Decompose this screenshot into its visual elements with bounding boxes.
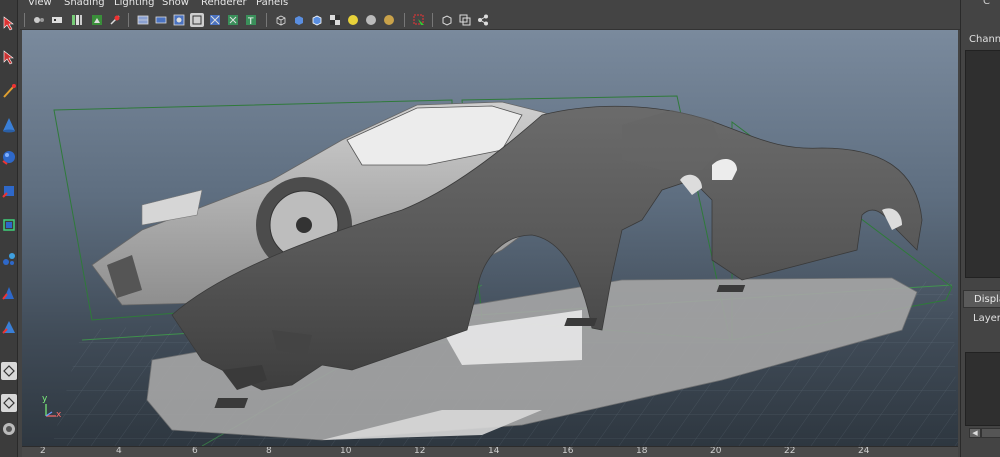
- shadows-icon[interactable]: [364, 13, 378, 27]
- toolbox: [0, 0, 18, 457]
- toolbar-separator: [432, 13, 433, 27]
- menu-renderer[interactable]: Renderer: [201, 0, 247, 8]
- timeline-tick: 4: [116, 446, 122, 456]
- move-tool-icon[interactable]: [1, 182, 17, 200]
- select-tool-icon[interactable]: [1, 14, 17, 32]
- channel-box-body[interactable]: [965, 50, 1000, 278]
- layout-four-icon[interactable]: [1, 394, 17, 412]
- channel-box-tab[interactable]: Channel: [969, 34, 1000, 45]
- bookmark-icon[interactable]: [70, 13, 84, 27]
- gate-mask-icon[interactable]: [190, 13, 204, 27]
- timeline-tick: 2: [40, 446, 46, 456]
- toolbar-separator: [266, 13, 267, 27]
- timeline-tick: 10: [340, 446, 352, 456]
- ambient-occlusion-icon[interactable]: [382, 13, 396, 27]
- time-slider[interactable]: 2 4 6 8 10 12 14 16 18 20 22 24: [22, 446, 958, 457]
- share-connections-icon[interactable]: [476, 13, 490, 27]
- timeline-tick: 6: [192, 446, 198, 456]
- view-axis-indicator: y x: [42, 394, 66, 420]
- timeline-tick: 22: [784, 446, 796, 456]
- timeline-tick: 24: [858, 446, 870, 456]
- grid-toggle-icon[interactable]: [136, 13, 150, 27]
- layout-outliner-icon[interactable]: [1, 420, 17, 438]
- rotate-tool-icon[interactable]: [1, 216, 17, 234]
- menu-view[interactable]: View: [28, 0, 52, 8]
- xray-icon[interactable]: [412, 13, 426, 27]
- panel-header-letter: C: [983, 0, 990, 7]
- textured-icon[interactable]: [328, 13, 342, 27]
- smooth-shade-icon[interactable]: [292, 13, 306, 27]
- timeline-tick: 14: [488, 446, 500, 456]
- layers-menu[interactable]: Layers: [973, 313, 1000, 324]
- svg-text:T: T: [247, 17, 254, 26]
- wireframe-icon[interactable]: [274, 13, 288, 27]
- timeline-tick: 12: [414, 446, 426, 456]
- scale-tool-icon[interactable]: [1, 250, 17, 268]
- camera-select-icon[interactable]: [32, 13, 46, 27]
- wireframe-on-shaded-icon[interactable]: [310, 13, 324, 27]
- sphere-tool-icon[interactable]: [1, 148, 17, 166]
- scroll-left-arrow-icon[interactable]: ◀: [969, 428, 981, 438]
- display-layers-tab[interactable]: Displa: [963, 290, 1000, 308]
- toolbar-separator: [24, 13, 25, 27]
- perspective-viewport[interactable]: y x: [22, 30, 958, 446]
- toolbar-separator: [128, 13, 129, 27]
- panel-menubar: View Shading Lighting Show Renderer Pane…: [20, 0, 960, 10]
- panel-toolbar: T: [20, 10, 960, 30]
- menu-shading[interactable]: Shading: [64, 0, 105, 8]
- horizontal-scrollbar[interactable]: [981, 428, 1000, 438]
- safe-action-icon[interactable]: [226, 13, 240, 27]
- cone-tool-icon[interactable]: [1, 116, 17, 134]
- timeline-tick: 18: [636, 446, 648, 456]
- timeline-tick: 20: [710, 446, 722, 456]
- soft-mod-tool-icon[interactable]: [1, 318, 17, 336]
- menu-show[interactable]: Show: [162, 0, 189, 8]
- safe-title-icon[interactable]: T: [244, 13, 258, 27]
- film-gate-icon[interactable]: [154, 13, 168, 27]
- field-chart-icon[interactable]: [208, 13, 222, 27]
- timeline-tick: 16: [562, 446, 574, 456]
- display-tab-label: Displa: [974, 294, 1000, 305]
- lasso-tool-icon[interactable]: [1, 48, 17, 66]
- image-plane-icon[interactable]: [90, 13, 104, 27]
- layer-list[interactable]: [965, 352, 1000, 426]
- xray-joints-icon[interactable]: [458, 13, 472, 27]
- menu-panels[interactable]: Panels: [256, 0, 288, 8]
- paint-select-tool-icon[interactable]: [1, 82, 17, 100]
- menu-lighting[interactable]: Lighting: [114, 0, 154, 8]
- use-all-lights-icon[interactable]: [346, 13, 360, 27]
- viewport-scene[interactable]: [22, 30, 958, 446]
- camera-attributes-icon[interactable]: [50, 13, 64, 27]
- isolate-select-icon[interactable]: [440, 13, 454, 27]
- toolbar-separator: [404, 13, 405, 27]
- channel-box-panel: C Channel Displa Layers ◀: [960, 0, 1000, 457]
- layout-single-icon[interactable]: [1, 362, 17, 380]
- 2d-pan-zoom-icon[interactable]: [108, 13, 122, 27]
- timeline-tick: 8: [266, 446, 272, 456]
- manipulator-tool-icon[interactable]: [1, 284, 17, 302]
- resolution-gate-icon[interactable]: [172, 13, 186, 27]
